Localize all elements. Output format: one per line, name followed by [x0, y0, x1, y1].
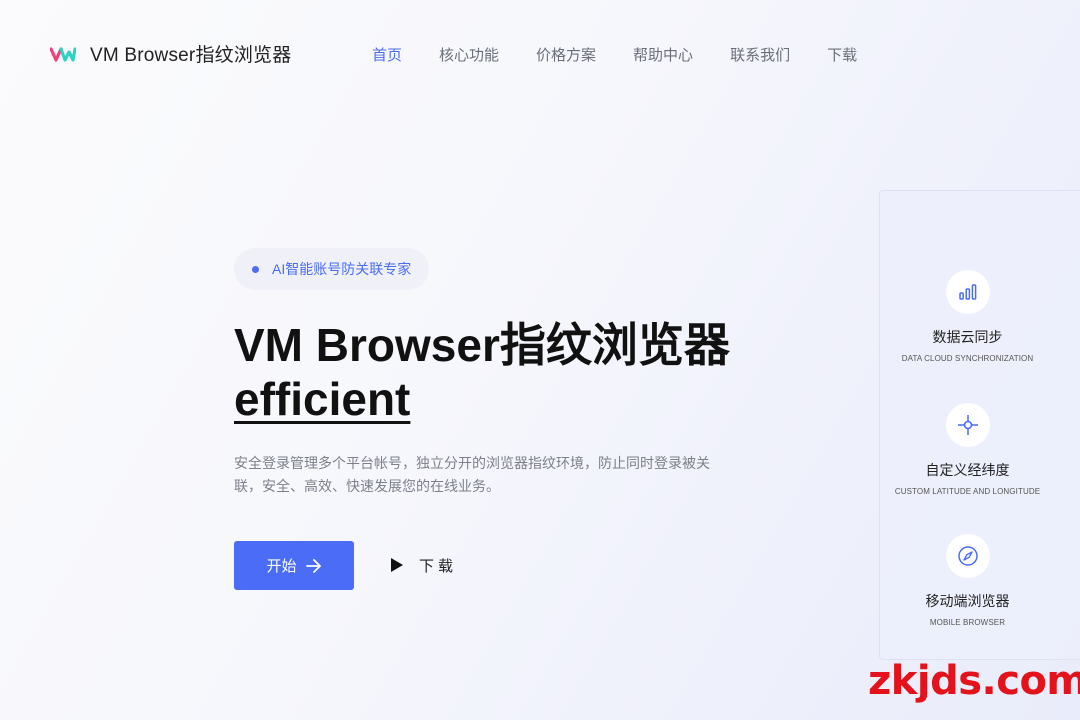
- vm-logo-icon: [50, 46, 76, 62]
- nav-item-download[interactable]: 下载: [827, 44, 857, 65]
- hero-description: 安全登录管理多个平台帐号，独立分开的浏览器指纹环境，防止同时登录被关联，安全、高…: [234, 455, 710, 494]
- feature-mobile-browser[interactable]: 移动端浏览器 MOBILE BROWSER: [880, 534, 1055, 627]
- badge-text: AI智能账号防关联专家: [272, 261, 412, 277]
- hero-title: VM Browser指纹浏览器 efficient: [234, 318, 754, 426]
- brand-name: VM Browser指纹浏览器: [90, 45, 292, 66]
- feature-subtitle: CUSTOM LATITUDE AND LONGITUDE: [894, 487, 1041, 496]
- feature-panel: 数据云同步 DATA CLOUD SYNCHRONIZATION 自定义经纬度 …: [879, 190, 1080, 660]
- logo[interactable]: VM Browser指纹浏览器: [50, 40, 291, 67]
- download-button[interactable]: 下载: [390, 552, 457, 578]
- crosshair-icon: [945, 403, 990, 447]
- feature-subtitle: DATA CLOUD SYNCHRONIZATION: [901, 354, 1034, 363]
- site-header: VM Browser指纹浏览器 首页 核心功能 价格方案 帮助中心 联系我们 下…: [0, 0, 1080, 108]
- nav-item-features[interactable]: 核心功能: [439, 44, 499, 65]
- play-icon: [390, 558, 403, 572]
- arrow-right-icon: [305, 558, 322, 573]
- badge-dot: [252, 265, 259, 273]
- main-nav: 首页 核心功能 价格方案 帮助中心 联系我们 下载: [372, 44, 894, 65]
- feature-title: 数据云同步: [932, 329, 1003, 345]
- nav-item-home[interactable]: 首页: [372, 44, 402, 65]
- compass-icon: [945, 534, 990, 578]
- feature-subtitle: MOBILE BROWSER: [929, 618, 1006, 627]
- feature-title: 移动端浏览器: [925, 593, 1010, 609]
- start-button-label: 开始: [266, 558, 297, 575]
- feature-title: 自定义经纬度: [925, 462, 1010, 478]
- download-button-label: 下载: [419, 557, 458, 575]
- feature-custom-coordinates[interactable]: 自定义经纬度 CUSTOM LATITUDE AND LONGITUDE: [880, 403, 1055, 496]
- start-button[interactable]: 开始: [234, 541, 354, 590]
- feature-cloud-sync[interactable]: 数据云同步 DATA CLOUD SYNCHRONIZATION: [880, 270, 1055, 363]
- bar-chart-icon: [945, 270, 990, 314]
- nav-item-help[interactable]: 帮助中心: [633, 44, 693, 65]
- tagline-badge: AI智能账号防关联专家: [234, 248, 430, 290]
- nav-item-contact[interactable]: 联系我们: [730, 44, 790, 65]
- nav-item-pricing[interactable]: 价格方案: [536, 44, 596, 65]
- hero-title-emphasis: efficient: [234, 373, 411, 425]
- hero-title-main: VM Browser指纹浏览器: [234, 319, 730, 371]
- site-watermark: zkjds.com: [868, 658, 1080, 704]
